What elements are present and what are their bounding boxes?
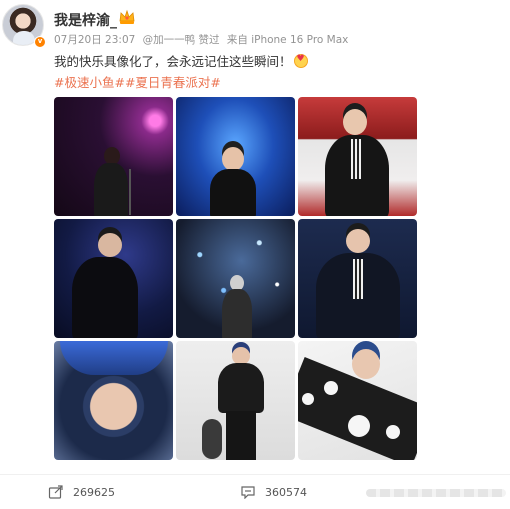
post-footer: 269625 360574 [0,474,510,508]
comment-count: 360574 [265,485,307,499]
photo-thumbnail[interactable] [176,219,295,338]
author-name[interactable]: 我是梓渝_ [54,10,117,30]
photo-thumbnail[interactable] [176,97,295,216]
photo-grid [54,97,418,461]
photo-thumbnail[interactable] [54,97,173,216]
post-timestamp[interactable]: 07月20日 23:07 [54,34,135,46]
repost-count: 269625 [73,485,115,499]
photo-thumbnail[interactable] [298,219,417,338]
heart-face-emoji-icon [293,54,308,68]
repost-icon [48,485,63,499]
verified-badge-icon: v [34,36,46,48]
post-text: 我的快乐具像化了，会永远记住这些瞬间！ [54,51,308,70]
hashtag-link[interactable]: #夏日青春派对# [125,75,221,90]
photo-thumbnail[interactable] [54,341,173,460]
crown-icon [119,9,135,24]
photo-thumbnail[interactable] [298,97,417,216]
liked-by[interactable]: @加一一鸭 赞过 [143,34,220,46]
like-area[interactable] [366,489,506,497]
comment-icon [241,486,255,499]
photo-thumbnail[interactable] [298,341,417,460]
hashtag-list: #极速小鱼##夏日青春派对# [54,72,221,91]
post-meta: 07月20日 23:07 @加一一鸭 赞过 来自 iPhone 16 Pro M… [54,32,352,47]
photo-thumbnail[interactable] [176,341,295,460]
repost-button[interactable]: 269625 [48,485,115,499]
post-source: 来自 iPhone 16 Pro Max [226,34,349,46]
comment-button[interactable]: 360574 [240,485,307,499]
post-body: 我的快乐具像化了，会永远记住这些瞬间！ [54,54,292,69]
photo-thumbnail[interactable] [54,219,173,338]
hashtag-link[interactable]: #极速小鱼# [54,75,125,90]
